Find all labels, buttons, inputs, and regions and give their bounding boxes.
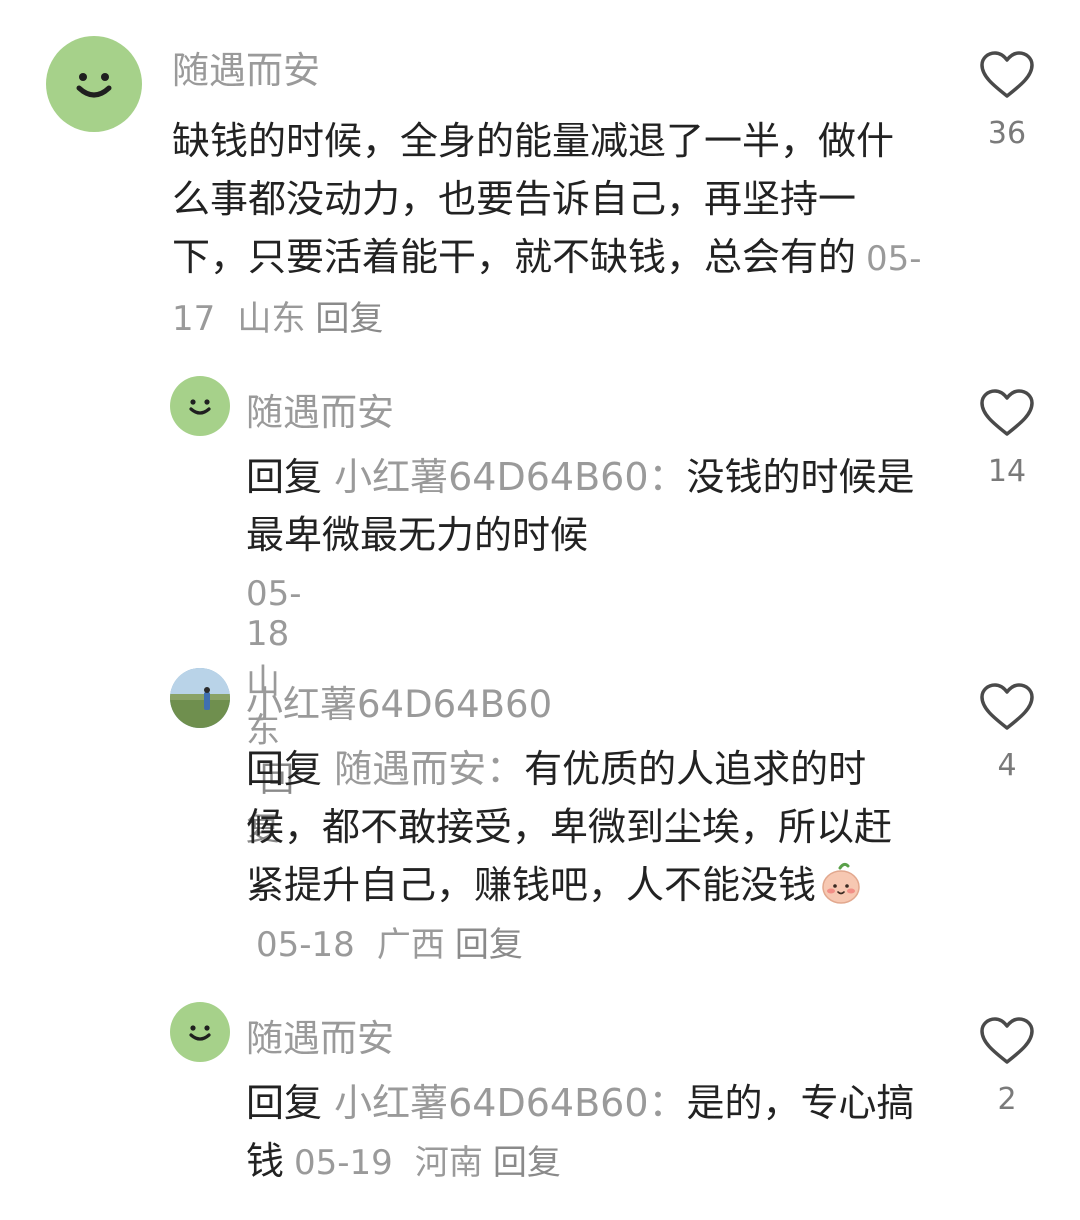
reply-button[interactable]: 回复	[315, 299, 383, 339]
comment-text: 回复 小红薯64D64B60：没钱的时候是最卑微最无力的时候	[246, 448, 926, 564]
comment-text: 缺钱的时候，全身的能量减退了一半，做什么事都没动力，也要告诉自己，再坚持一下，只…	[172, 112, 922, 348]
username[interactable]: 随遇而安	[246, 1008, 394, 1062]
reply-prefix: 回复	[246, 455, 323, 499]
blushing-face-emoji-icon	[818, 860, 864, 906]
reply-button[interactable]: 回复	[455, 925, 523, 965]
comment-text: 回复 随遇而安：有优质的人追求的时候，都不敢接受，卑微到尘埃，所以赶紧提升自己，…	[246, 740, 926, 974]
comment-date: 05-18	[256, 925, 355, 965]
like-count: 4	[997, 748, 1017, 783]
smiley-face-icon	[189, 399, 211, 415]
avatar[interactable]	[46, 36, 142, 132]
heart-icon	[980, 683, 1034, 730]
mention-link[interactable]: 小红薯64D64B60：	[334, 1081, 686, 1125]
heart-icon	[980, 1017, 1034, 1064]
comment-text: 回复 小红薯64D64B60：是的，专心搞钱 05-19 河南 回复	[246, 1074, 926, 1192]
like-count: 14	[987, 454, 1027, 489]
smiley-face-icon	[189, 1025, 211, 1041]
heart-icon	[980, 51, 1034, 98]
reply-button[interactable]: 回复	[493, 1143, 561, 1183]
comment-location: 山东	[237, 299, 306, 339]
avatar[interactable]	[170, 376, 230, 436]
like-count: 2	[997, 1082, 1017, 1117]
like-button[interactable]: 4	[967, 682, 1047, 783]
smiley-face-icon	[76, 73, 112, 98]
like-count: 36	[987, 116, 1027, 151]
comment-content: 缺钱的时候，全身的能量减退了一半，做什么事都没动力，也要告诉自己，再坚持一下，只…	[172, 119, 895, 279]
avatar[interactable]	[170, 668, 230, 728]
username[interactable]: 小红薯64D64B60	[246, 674, 552, 728]
photo-avatar-icon	[170, 668, 230, 728]
like-button[interactable]: 36	[967, 50, 1047, 151]
reply-prefix: 回复	[246, 1081, 323, 1125]
comment-date: 05-19	[294, 1143, 393, 1183]
like-button[interactable]: 2	[967, 1016, 1047, 1117]
username[interactable]: 随遇而安	[172, 40, 320, 94]
heart-icon	[980, 389, 1034, 436]
reply-prefix: 回复	[246, 747, 323, 791]
comment-date: 05-18	[246, 574, 302, 654]
like-button[interactable]: 14	[967, 388, 1047, 489]
mention-link[interactable]: 小红薯64D64B60：	[334, 455, 686, 499]
username[interactable]: 随遇而安	[246, 382, 394, 436]
comment-location: 广西	[376, 925, 445, 965]
avatar[interactable]	[170, 1002, 230, 1062]
comment-location: 河南	[414, 1143, 483, 1183]
mention-link[interactable]: 随遇而安：	[334, 747, 524, 791]
